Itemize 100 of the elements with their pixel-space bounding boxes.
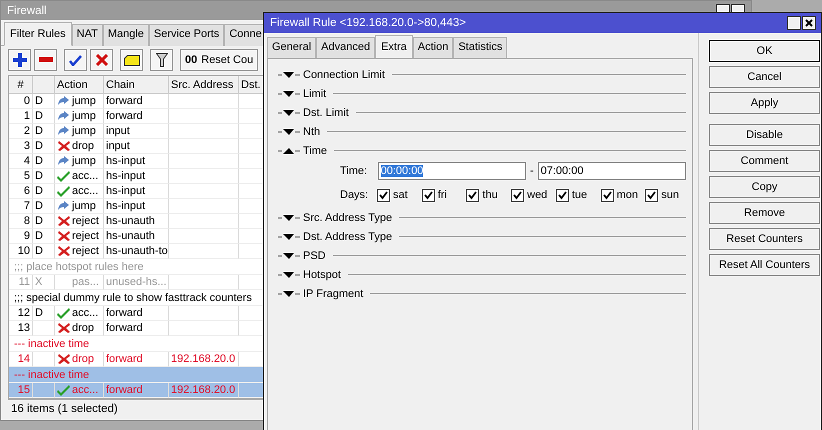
filter-button[interactable]	[150, 49, 173, 72]
section-label[interactable]: Dst. Address Type	[303, 230, 392, 242]
checkbox[interactable]	[511, 188, 524, 202]
field-label: Days:	[340, 189, 370, 201]
section-label[interactable]: Limit	[303, 88, 326, 100]
close-button[interactable]	[802, 16, 816, 30]
expand-triangle-icon[interactable]	[278, 70, 300, 78]
section-label[interactable]: Src. Address Type	[303, 212, 392, 224]
action-text: acc...	[72, 185, 98, 198]
tab[interactable]: Service Ports	[148, 24, 224, 46]
input-field[interactable]: 00:00:00	[378, 162, 526, 180]
check-icon	[602, 190, 612, 200]
dialog-button[interactable]: Disable	[709, 124, 820, 146]
cross-icon	[57, 245, 71, 258]
expand-triangle-icon[interactable]	[278, 214, 300, 222]
expand-triangle-icon[interactable]	[278, 232, 300, 240]
counter-icon: 00	[185, 54, 198, 66]
action-text: acc...	[72, 384, 98, 396]
action-text: acc...	[72, 170, 98, 182]
column-header[interactable]: Src. Address	[169, 76, 239, 94]
checkbox-label: wed	[527, 189, 548, 201]
action-text: drop	[72, 140, 94, 152]
remove-button[interactable]	[34, 49, 57, 72]
action-text: reject	[72, 230, 99, 242]
filter-icon	[156, 53, 168, 68]
dialog-title: Firewall Rule <192.168.20.0->80,443>	[270, 17, 466, 29]
collapse-triangle-icon[interactable]	[278, 146, 300, 154]
tab[interactable]: Action	[412, 37, 454, 59]
expand-triangle-icon[interactable]	[278, 128, 300, 136]
jump-arrow-icon	[57, 155, 71, 168]
checkbox[interactable]	[466, 188, 480, 202]
tab[interactable]: Filter Rules	[4, 22, 72, 46]
section-label[interactable]: Time	[303, 144, 328, 156]
action-text: drop	[72, 353, 94, 366]
dialog-button[interactable]: Apply	[709, 92, 820, 114]
cross-icon	[96, 54, 108, 66]
check-icon	[647, 190, 656, 200]
action-text: jump	[72, 125, 96, 138]
add-button[interactable]	[8, 49, 31, 72]
cross-icon	[57, 353, 71, 366]
dialog-button[interactable]: Cancel	[709, 66, 820, 88]
dialog-button[interactable]: Copy	[709, 176, 820, 198]
checkbox[interactable]	[376, 188, 390, 202]
section-label[interactable]: Nth	[303, 126, 320, 138]
section-label[interactable]: PSD	[303, 250, 326, 262]
section-label[interactable]: Connection Limit	[303, 68, 385, 80]
column-header[interactable]: Chain	[104, 76, 169, 94]
checkbox[interactable]	[556, 188, 569, 202]
separator-text: -	[530, 165, 534, 177]
check-icon	[468, 190, 478, 200]
expand-triangle-icon[interactable]	[278, 270, 300, 278]
jump-arrow-icon	[57, 110, 71, 122]
enable-button[interactable]	[64, 49, 87, 72]
expand-triangle-icon[interactable]	[278, 290, 300, 298]
reset-counters-button[interactable]: 00 Reset Cou	[180, 49, 258, 72]
checkbox[interactable]	[645, 188, 658, 202]
table-cell: 15	[9, 383, 33, 398]
checkbox[interactable]	[422, 188, 435, 202]
dialog-button[interactable]: Reset All Counters	[709, 254, 820, 276]
table-cell: forward	[104, 383, 169, 398]
action-text: acc...	[72, 307, 98, 320]
tab[interactable]: NAT	[72, 24, 103, 46]
jump-arrow-icon	[57, 95, 71, 108]
section-label[interactable]: IP Fragment	[303, 288, 364, 300]
jump-arrow-icon	[57, 200, 71, 212]
action-text: reject	[72, 215, 99, 228]
dialog-button[interactable]: Remove	[709, 202, 820, 224]
input-field[interactable]: 07:00:00	[538, 162, 686, 180]
expand-triangle-icon[interactable]	[278, 108, 300, 116]
maximize-button[interactable]	[787, 16, 801, 30]
table-cell: 192.168.20.0	[169, 383, 239, 398]
check-icon	[513, 190, 522, 200]
tab[interactable]: Extra	[375, 35, 413, 59]
section-label[interactable]: Hotspot	[303, 268, 341, 280]
checkbox[interactable]	[600, 188, 614, 202]
column-header[interactable]: Action	[55, 76, 104, 94]
expand-triangle-icon[interactable]	[278, 90, 300, 98]
dialog-button[interactable]: Comment	[709, 150, 820, 172]
action-text: pas...	[72, 276, 99, 288]
tab[interactable]: Mangle	[102, 24, 149, 46]
tab[interactable]: Statistics	[453, 37, 508, 59]
tab[interactable]: General	[267, 37, 316, 59]
dialog-button[interactable]: OK	[709, 40, 820, 62]
action-text: reject	[72, 245, 99, 258]
column-header[interactable]: #	[9, 76, 33, 94]
window-title: Firewall	[7, 4, 47, 17]
cross-icon	[57, 140, 71, 152]
minus-icon	[38, 57, 52, 64]
checkbox-label: tue	[572, 189, 588, 201]
section-label[interactable]: Dst. Limit	[303, 106, 349, 118]
disable-button[interactable]	[90, 49, 113, 72]
comment-button[interactable]	[120, 49, 143, 72]
close-icon	[805, 19, 813, 27]
cross-icon	[57, 322, 71, 334]
action-text: jump	[72, 155, 96, 168]
dialog-button[interactable]: Reset Counters	[709, 228, 820, 250]
jump-arrow-icon	[57, 125, 71, 138]
expand-triangle-icon[interactable]	[278, 252, 300, 260]
check-icon	[69, 54, 82, 66]
tab[interactable]: Advanced	[316, 37, 376, 59]
